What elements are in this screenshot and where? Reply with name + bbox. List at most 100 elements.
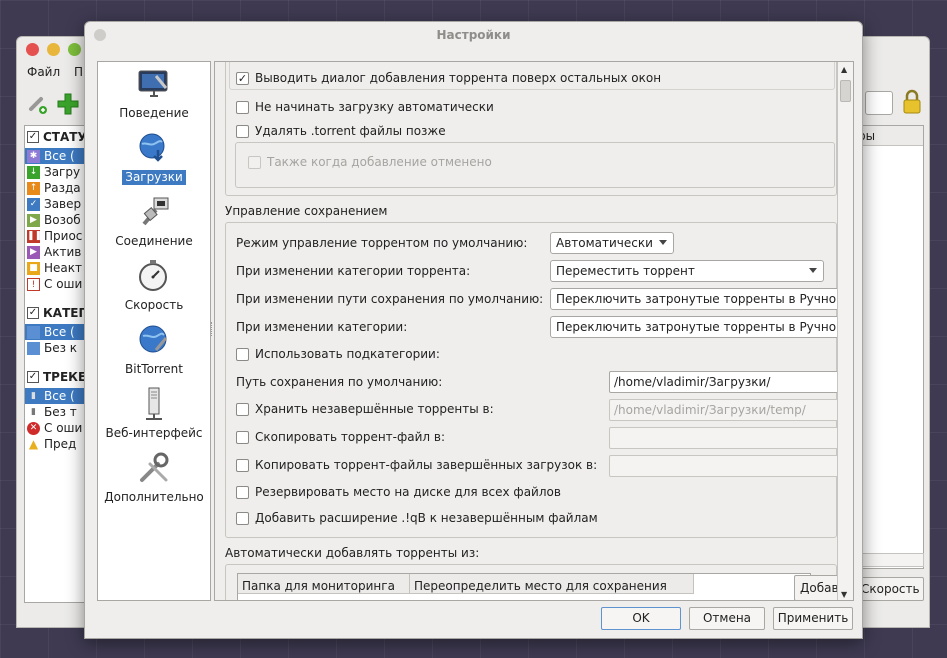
- scroll-thumb[interactable]: [840, 80, 851, 102]
- status-filter-header[interactable]: ✓ СТАТУ: [27, 130, 87, 144]
- category-connection[interactable]: Соединение: [98, 194, 210, 249]
- status-downloading[interactable]: ↓ Загру: [25, 164, 89, 180]
- dialog-title: Настройки: [436, 28, 511, 42]
- window-close-button[interactable]: [26, 43, 39, 56]
- category-change-combo[interactable]: Переместить торрент: [550, 260, 824, 282]
- category-advanced[interactable]: Дополнительно: [98, 450, 210, 505]
- default-path-change-combo[interactable]: Переключить затронутые торренты в Ручной: [550, 288, 842, 310]
- append-qb-checkbox[interactable]: [236, 511, 249, 525]
- scroll-up-icon[interactable]: ▲: [841, 65, 847, 74]
- status-resumed[interactable]: ▶ Возоб: [25, 212, 89, 228]
- category-all[interactable]: Все (: [25, 324, 89, 340]
- tracker-warning[interactable]: ▲ Пред: [25, 436, 89, 452]
- server-icon: ▮: [31, 406, 36, 417]
- category-behavior[interactable]: Поведение: [98, 66, 210, 121]
- copy-finished-checkbox[interactable]: [236, 458, 249, 472]
- dont-start-checkbox[interactable]: [236, 100, 249, 114]
- category-speed[interactable]: Скорость: [98, 258, 210, 313]
- category-path-change-label: При изменении категории:: [236, 320, 408, 334]
- category-bittorrent[interactable]: BitTorrent: [98, 322, 210, 377]
- preallocate-option[interactable]: Резервировать место на диске для всех фа…: [236, 485, 561, 499]
- delete-torrent-option[interactable]: Удалять .torrent файлы позже: [236, 124, 446, 138]
- category-change-label: При изменении категории торрента:: [236, 264, 471, 278]
- status-seeding[interactable]: ↑ Разда: [25, 180, 89, 196]
- status-paused[interactable]: ❚❚ Приос: [25, 228, 89, 244]
- speed-button[interactable]: Скорость: [854, 577, 924, 601]
- warning-icon: ▲: [28, 436, 39, 451]
- ok-button[interactable]: OK: [601, 607, 681, 630]
- filter-sidebar: ✓ СТАТУ ✱ Все ( ↓ Загру ↑ Разда ✓ Завер ▶ Воз…: [24, 125, 90, 603]
- keep-incomplete-checkbox[interactable]: [236, 402, 249, 416]
- list-column-header[interactable]: ры: [854, 126, 923, 146]
- default-mode-label: Режим управление торрентом по умолчанию:: [236, 236, 528, 250]
- col-watch-folder[interactable]: Папка для мониторинга: [238, 574, 410, 594]
- copy-finished-path-input: [609, 455, 842, 477]
- default-save-path-label: Путь сохранения по умолчанию:: [236, 375, 443, 389]
- add-link-icon[interactable]: [25, 91, 51, 117]
- dialog-titlebar[interactable]: Настройки: [85, 22, 862, 48]
- category-path-change-combo[interactable]: Переключить затронутые торренты в Ручной: [550, 316, 842, 338]
- status-errored[interactable]: ! С оши: [25, 276, 89, 292]
- lock-icon[interactable]: [901, 89, 923, 115]
- default-mode-combo[interactable]: Автоматически: [550, 232, 674, 254]
- category-downloads[interactable]: Загрузки: [98, 130, 210, 185]
- dont-start-option[interactable]: Не начинать загрузку автоматически: [236, 100, 494, 114]
- all-status-icon: ✱: [27, 149, 40, 163]
- keep-incomplete-path-input: /home/vladimir/Загрузки/temp/: [609, 399, 842, 421]
- copy-torrent-option[interactable]: Скопировать торрент-файл в:: [236, 430, 445, 444]
- pause-icon: ❚❚: [27, 229, 43, 243]
- copy-torrent-path-input: [609, 427, 842, 449]
- use-subcategories-checkbox[interactable]: [236, 347, 249, 361]
- stopwatch-icon: [139, 260, 167, 291]
- globe-tools-icon: [139, 325, 168, 353]
- chevron-down-icon: [809, 268, 817, 273]
- tracker-none[interactable]: ▮ Без т: [25, 404, 89, 420]
- menu-file[interactable]: Файл: [27, 65, 60, 79]
- preallocate-checkbox[interactable]: [236, 485, 249, 499]
- category-filter-header[interactable]: ✓ КАТЕГ: [27, 306, 86, 320]
- watch-folders-table[interactable]: Папка для мониторинга Переопределить мес…: [237, 573, 811, 600]
- apply-button[interactable]: Применить: [773, 607, 853, 630]
- copy-finished-option[interactable]: Копировать торрент-файлы завершённых заг…: [236, 458, 597, 472]
- window-maximize-button[interactable]: [68, 43, 81, 56]
- category-filter-checkbox[interactable]: ✓: [27, 307, 39, 319]
- status-filter-checkbox[interactable]: ✓: [27, 131, 39, 143]
- keep-incomplete-option[interactable]: Хранить незавершённые торренты в:: [236, 402, 494, 416]
- window-minimize-button[interactable]: [47, 43, 60, 56]
- cancel-button[interactable]: Отмена: [689, 607, 765, 630]
- menu-edit[interactable]: П: [74, 65, 83, 79]
- delete-torrent-checkbox[interactable]: [236, 124, 249, 138]
- tracker-filter-header[interactable]: ✓ ТРЕКЕ: [27, 370, 86, 384]
- copy-torrent-checkbox[interactable]: [236, 430, 249, 444]
- content-scrollbar[interactable]: ▲ ▼: [837, 62, 853, 600]
- chevron-down-icon: [659, 240, 667, 245]
- status-completed[interactable]: ✓ Завер: [25, 196, 89, 212]
- category-none[interactable]: Без к: [25, 340, 89, 356]
- monitor-settings-icon: [138, 70, 168, 97]
- search-input[interactable]: [865, 91, 893, 115]
- auto-add-group-title: Автоматически добавлять торренты из:: [225, 546, 480, 560]
- status-all[interactable]: ✱ Все (: [25, 148, 89, 164]
- globe-download-icon: [139, 133, 165, 162]
- use-subcategories-option[interactable]: Использовать подкатегории:: [236, 347, 440, 361]
- col-override-location[interactable]: Переопределить место для сохранения: [410, 574, 694, 594]
- torrent-list[interactable]: ры: [853, 125, 924, 569]
- list-horizontal-scrollbar[interactable]: [853, 553, 924, 567]
- wrench-tools-icon: [140, 452, 169, 482]
- status-active[interactable]: ▶ Актив: [25, 244, 89, 260]
- category-webui[interactable]: Веб-интерфейс: [98, 386, 210, 441]
- tracker-filter-checkbox[interactable]: ✓: [27, 371, 39, 383]
- settings-category-list: Поведение Загрузки Соединение Скорость B…: [97, 61, 211, 601]
- downloads-settings-panel[interactable]: ✓ Выводить диалог добавления торрента по…: [214, 61, 854, 601]
- error-icon: !: [27, 277, 40, 291]
- tracker-error[interactable]: ✕ С оши: [25, 420, 89, 436]
- append-qb-option[interactable]: Добавить расширение .!qB к незавершённым…: [236, 511, 598, 525]
- default-save-path-input[interactable]: /home/vladimir/Загрузки/: [609, 371, 842, 393]
- saving-group-title: Управление сохранением: [225, 204, 388, 218]
- server-icon: [146, 387, 162, 420]
- scroll-down-icon[interactable]: ▼: [841, 590, 847, 599]
- add-torrent-icon[interactable]: [55, 91, 81, 117]
- status-inactive[interactable]: ■ Неакт: [25, 260, 89, 276]
- tracker-all[interactable]: ▮ Все (: [25, 388, 89, 404]
- network-plug-icon: [142, 197, 169, 226]
